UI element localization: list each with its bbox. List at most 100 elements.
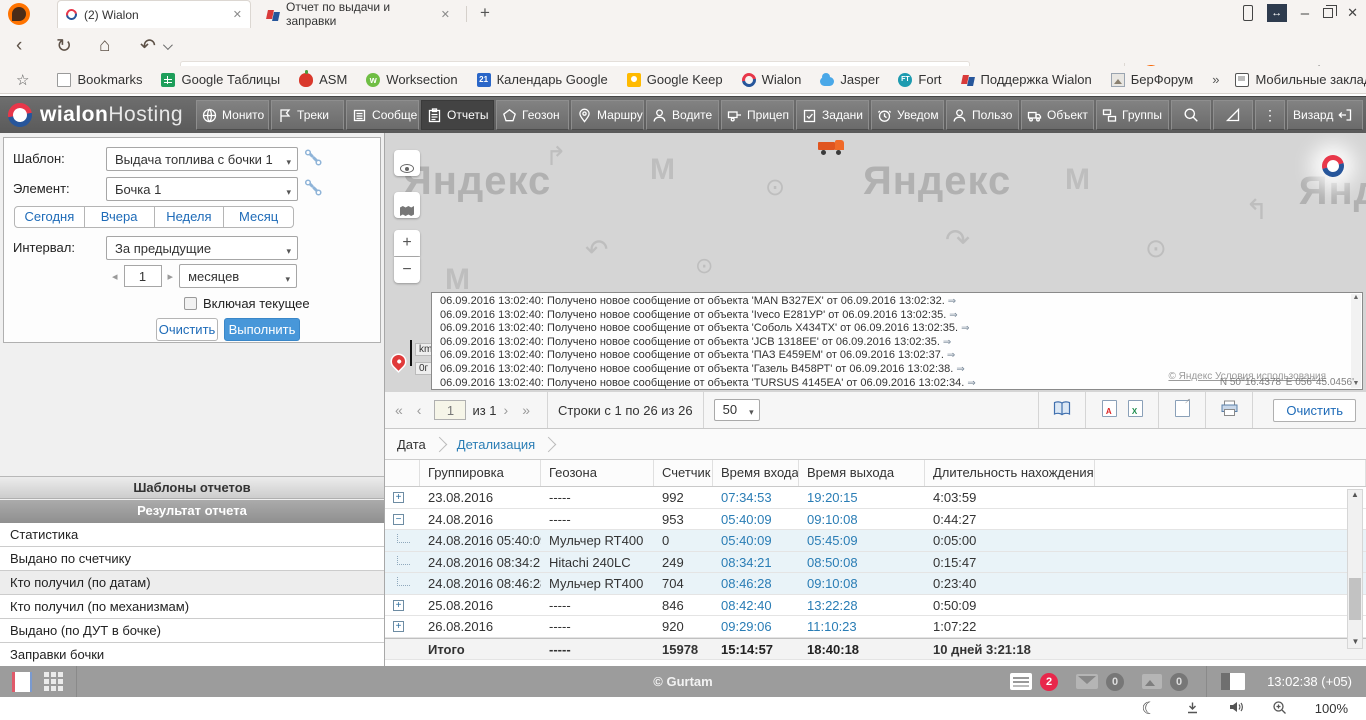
close-icon[interactable]: ✕ <box>233 8 242 21</box>
collapse-toggle[interactable]: − <box>393 514 404 525</box>
cell-time-in[interactable]: 09:29:06 <box>713 616 799 637</box>
cell-time-in[interactable]: 05:40:09 <box>713 530 799 551</box>
nav-jobs[interactable]: Задани <box>796 100 869 130</box>
cell-time-out[interactable]: 09:10:08 <box>799 509 925 530</box>
zoom-level-label[interactable]: 100% <box>1315 701 1348 716</box>
cell-time-out[interactable]: 05:45:09 <box>799 530 925 551</box>
element-select[interactable]: Бочка 1▾ <box>106 177 298 201</box>
page-zoom-icon[interactable] <box>1272 700 1287 718</box>
report-result-header[interactable]: Результат отчета <box>0 500 384 523</box>
result-item-by-machines[interactable]: Кто получил (по механизмам) <box>0 595 384 619</box>
cell-time-in[interactable]: 05:40:09 <box>713 509 799 530</box>
new-tab-button[interactable]: + <box>480 3 490 23</box>
back-icon[interactable]: ‹ <box>16 35 22 57</box>
map-zoom-in-button[interactable]: + <box>394 230 420 256</box>
first-page-button[interactable]: « <box>395 402 403 418</box>
nav-reports[interactable]: Отчеты <box>421 100 494 130</box>
apps-grid-button[interactable] <box>44 672 64 692</box>
today-button[interactable]: Сегодня <box>14 206 85 228</box>
swap-mode-icon[interactable]: ↔ <box>1267 4 1287 22</box>
downloads-icon[interactable] <box>1185 700 1200 718</box>
result-item-fillings[interactable]: Заправки бочки <box>0 643 384 667</box>
messages-count-badge[interactable]: 2 <box>1040 673 1058 691</box>
cell-time-out[interactable]: 09:10:08 <box>799 573 925 594</box>
bookmark-item[interactable]: wWorksection <box>366 72 457 87</box>
result-item-by-dates[interactable]: Кто получил (по датам) <box>0 571 384 595</box>
template-select[interactable]: Выдача топлива с бочки 1▾ <box>106 147 298 171</box>
cell-time-in[interactable]: 07:34:53 <box>713 487 799 508</box>
nav-users[interactable]: Пользо <box>946 100 1019 130</box>
phone-mode-icon[interactable] <box>1243 5 1253 21</box>
cell-time-in[interactable]: 08:42:40 <box>713 595 799 616</box>
map-visibility-button[interactable] <box>394 150 420 176</box>
result-item-by-counter[interactable]: Выдано по счетчику <box>0 547 384 571</box>
scroll-down-icon[interactable]: ▼ <box>1352 637 1360 646</box>
header-counter[interactable]: Счетчик <box>654 460 713 486</box>
reload-icon[interactable]: ↻ <box>56 35 72 58</box>
map-pin-marker[interactable] <box>389 352 407 370</box>
expand-toggle[interactable]: + <box>393 492 404 503</box>
nav-notifications[interactable]: Уведом <box>871 100 944 130</box>
nav-measure-button[interactable] <box>1213 100 1253 130</box>
execute-button[interactable]: Выполнить <box>224 318 300 341</box>
print-button[interactable] <box>1216 400 1242 420</box>
toggle-left-panel-button[interactable] <box>12 672 32 692</box>
map-zoom-out-button[interactable]: − <box>394 257 420 283</box>
nav-tracks[interactable]: Треки <box>271 100 344 130</box>
undo-icon[interactable]: ↶ <box>140 35 156 58</box>
cell-time-in[interactable]: 08:46:28 <box>713 573 799 594</box>
page-size-select[interactable]: 50▾ <box>714 399 760 421</box>
bookmark-item[interactable]: 21Календарь Google <box>477 72 608 87</box>
tab-date[interactable]: Дата <box>397 437 426 452</box>
report-templates-header[interactable]: Шаблоны отчетов <box>0 476 384 499</box>
header-grouping[interactable]: Группировка <box>420 460 541 486</box>
nav-user-session[interactable]: Визард <box>1287 100 1363 130</box>
cell-time-out[interactable]: 08:50:08 <box>799 552 925 573</box>
table-row-child[interactable]: 24.08.2016 05:40:09 Мульчер RT400 0 05:4… <box>385 530 1366 552</box>
clear-report-button[interactable]: Очистить <box>1273 399 1356 422</box>
media-count-badge[interactable]: 0 <box>1170 673 1188 691</box>
interval-unit-select[interactable]: месяцев▾ <box>179 264 297 288</box>
bookmark-item[interactable]: FTFort <box>898 72 941 87</box>
log-scrollbar[interactable]: ▲▼ <box>1351 294 1361 388</box>
expand-toggle[interactable]: + <box>393 621 404 632</box>
yesterday-button[interactable]: Вчера <box>84 206 155 228</box>
table-row-child[interactable]: 24.08.2016 08:34:21 Hitachi 240LC 249 08… <box>385 552 1366 574</box>
table-row[interactable]: − 24.08.2016 ----- 953 05:40:09 09:10:08… <box>385 509 1366 531</box>
bookmarks-overflow-button[interactable]: » <box>1212 72 1219 87</box>
nav-units[interactable]: Объект <box>1021 100 1094 130</box>
minimize-button[interactable]: – <box>1301 5 1309 22</box>
tab-detailing[interactable]: Детализация <box>457 437 535 452</box>
clear-form-button[interactable]: Очистить <box>156 318 218 341</box>
messages-icon[interactable] <box>1010 673 1032 690</box>
nav-unit-groups[interactable]: Группы <box>1096 100 1169 130</box>
element-settings-wrench-icon[interactable] <box>304 179 322 197</box>
interval-count-field[interactable]: 1 <box>124 265 162 287</box>
nav-trailers[interactable]: Прицеп <box>721 100 794 130</box>
bookmark-item[interactable]: БерФорум <box>1111 72 1193 87</box>
media-icon[interactable] <box>1142 674 1162 689</box>
favorites-star-icon[interactable]: ☆ <box>16 71 29 89</box>
nav-routes[interactable]: Маршру <box>571 100 644 130</box>
expand-toggle[interactable]: + <box>393 600 404 611</box>
bookmark-item[interactable]: Google Keep <box>627 72 723 87</box>
bottom-panel-icon[interactable] <box>1221 673 1245 690</box>
mail-count-badge[interactable]: 0 <box>1106 673 1124 691</box>
stepper-left-icon[interactable]: ◂ <box>112 270 118 283</box>
browser-tab-wialon[interactable]: (2) Wialon ✕ <box>57 0 251 28</box>
map-area[interactable]: Яндекс Яндекс Янд ↱ М ⊙ ↶ ⊙ М ↷ М ⊙ ↰ + … <box>385 133 1366 392</box>
table-row-child[interactable]: 24.08.2016 08:46:28 Мульчер RT400 704 08… <box>385 573 1366 595</box>
bookmark-item[interactable]: Jasper <box>820 72 879 87</box>
interval-type-select[interactable]: За предыдущие▾ <box>106 236 298 260</box>
next-page-button[interactable]: › <box>504 402 509 418</box>
mobile-bookmarks-button[interactable]: Мобильные закладки <box>1235 72 1366 87</box>
nav-search-button[interactable] <box>1171 100 1211 130</box>
table-row[interactable]: + 23.08.2016 ----- 992 07:34:53 19:20:15… <box>385 487 1366 509</box>
cell-time-out[interactable]: 19:20:15 <box>799 487 925 508</box>
bookmark-item[interactable]: Google Таблицы <box>161 72 280 87</box>
report-book-button[interactable] <box>1049 400 1075 420</box>
table-scrollbar[interactable]: ▲ ▼ <box>1347 489 1363 649</box>
month-button[interactable]: Месяц <box>223 206 294 228</box>
nav-more-button[interactable]: ⋮ <box>1255 100 1285 130</box>
bookmark-item[interactable]: ASM <box>299 72 347 87</box>
